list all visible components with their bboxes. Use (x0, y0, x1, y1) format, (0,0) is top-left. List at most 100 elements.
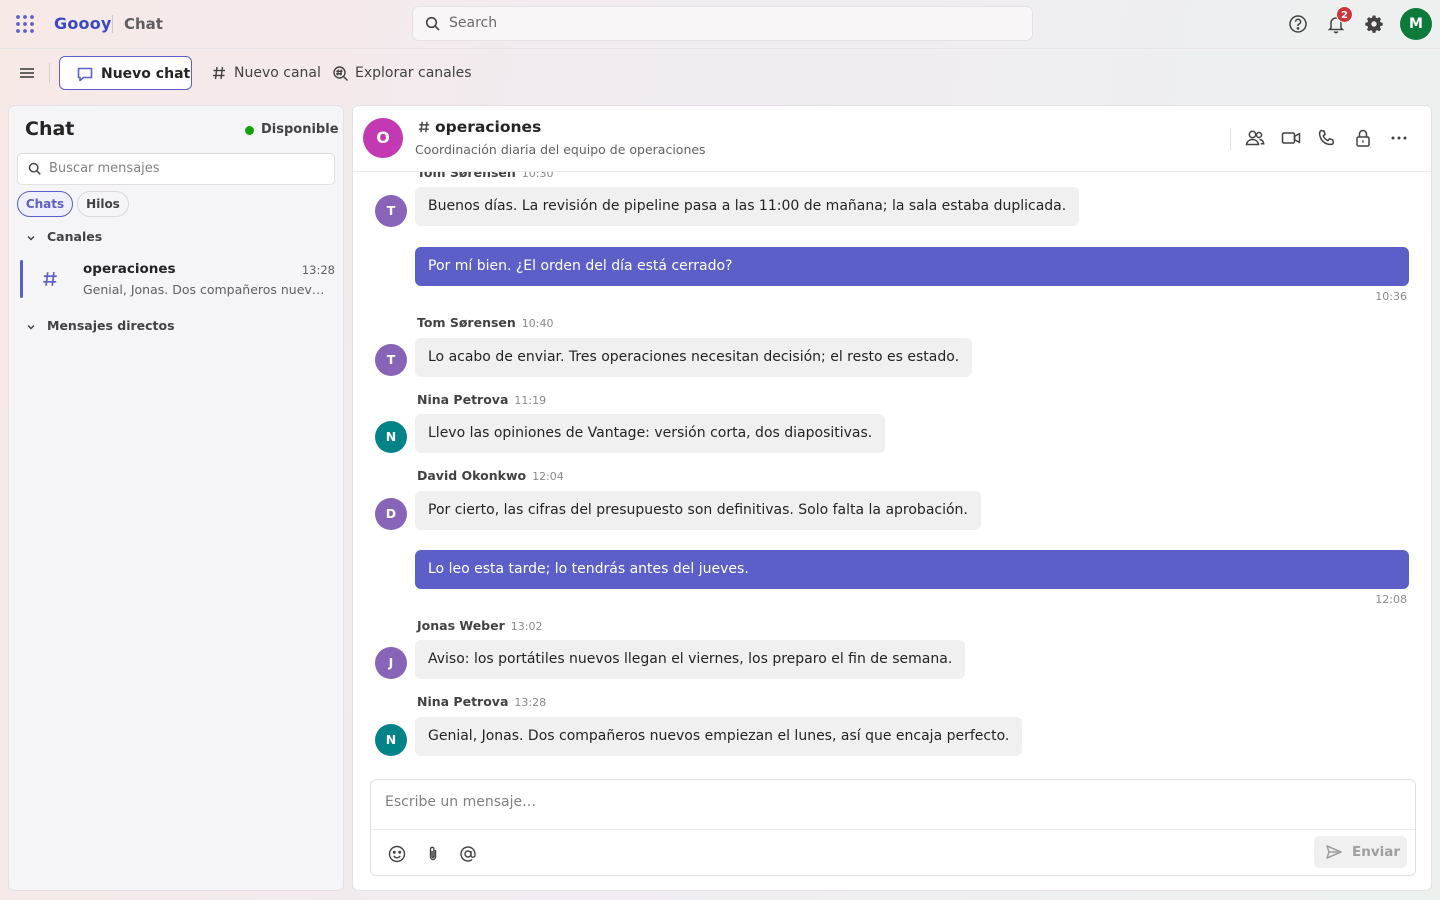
attach-icon[interactable] (423, 844, 443, 864)
channel-description: Coordinación diaria del equipo de operac… (415, 142, 706, 157)
own-message-item: Por mí bien. ¿El orden del día está cerr… (353, 247, 1431, 307)
new-channel-button[interactable]: Nuevo canal (211, 56, 321, 90)
section-direct-messages-label: Mensajes directos (47, 318, 175, 333)
sender-avatar[interactable]: T (375, 195, 407, 227)
brand-divider (112, 15, 113, 33)
phone-icon[interactable] (1316, 127, 1340, 151)
message-time: 10:40 (521, 317, 554, 330)
hash-icon (41, 270, 59, 288)
message-item: Jonas Weber 13:02 J Aviso: los portátiles… (353, 618, 1431, 688)
message-time: 10:30 (521, 172, 554, 180)
message-item: Tom Sørensen 10:30 T Buenos días. La revi… (353, 172, 1431, 227)
message-composer: Escribe un mensaje… Enviar (370, 779, 1416, 876)
message-sender: David Okonkwo (417, 468, 527, 483)
more-options-icon[interactable] (1388, 127, 1412, 151)
presence-label: Disponible (261, 122, 339, 137)
message-time: 12:04 (532, 470, 564, 483)
message-item: Nina Petrova 11:19 N Llevo las opiniones … (353, 392, 1431, 462)
message-sender: Jonas Weber (417, 618, 505, 633)
message-sender: Nina Petrova (417, 694, 509, 709)
message-item: David Okonkwo 12:04 D Por cierto, las cif… (353, 468, 1431, 538)
tab-threads[interactable]: Hilos (77, 191, 129, 217)
send-button[interactable]: Enviar (1314, 836, 1407, 868)
sender-avatar[interactable]: N (375, 421, 407, 453)
message-sender: Tom Sørensen (417, 172, 516, 180)
own-message-bubble: Lo leo esta tarde; lo tendrás antes del … (415, 550, 1409, 589)
global-search-input[interactable]: Search (412, 6, 1033, 41)
mention-icon[interactable] (458, 844, 478, 864)
composer-divider (371, 829, 1415, 830)
message-bubble: Lo acabo de enviar. Tres operaciones nec… (415, 338, 973, 377)
members-icon[interactable] (1244, 127, 1268, 151)
search-icon (28, 162, 42, 176)
message-time: 13:02 (510, 620, 543, 633)
message-list[interactable]: Tom Sørensen 10:30 T Buenos días. La revi… (353, 172, 1431, 772)
emoji-icon[interactable] (387, 844, 407, 864)
new-channel-label: Nuevo canal (234, 65, 321, 81)
chat-sidebar: Chat Disponible Buscar mensajes Chats Hi… (8, 105, 344, 891)
new-chat-button[interactable]: Nuevo chat (59, 56, 192, 90)
header-divider (1230, 128, 1231, 150)
message-bubble: Llevo las opiniones de Vantage: versión … (415, 414, 886, 453)
message-meta: Jonas Weber 13:02 (417, 618, 542, 633)
brand-name[interactable]: Goooy (54, 14, 112, 33)
message-search-input[interactable]: Buscar mensajes (17, 153, 335, 185)
sender-avatar[interactable]: N (375, 724, 407, 756)
video-call-icon[interactable] (1280, 127, 1304, 151)
chevron-down-icon (25, 321, 37, 333)
presence-dot (245, 126, 254, 135)
own-message-time: 12:08 (1375, 593, 1407, 606)
section-channels-label: Canales (47, 229, 103, 244)
send-icon (1325, 843, 1343, 861)
send-label: Enviar (1352, 844, 1401, 860)
explore-channels-label: Explorar canales (355, 65, 472, 81)
app-name: Chat (124, 15, 163, 33)
tab-chats[interactable]: Chats (17, 191, 73, 217)
own-message-time: 10:36 (1375, 290, 1407, 303)
selected-indicator (20, 260, 23, 298)
sender-avatar[interactable]: D (375, 498, 407, 530)
sender-avatar[interactable]: J (375, 647, 407, 679)
message-meta: Nina Petrova 13:28 (417, 694, 546, 709)
top-bar: Goooy Chat Search 2 M (0, 0, 1440, 48)
gear-icon[interactable] (1362, 12, 1386, 36)
user-avatar[interactable]: M (1400, 8, 1432, 40)
channel-title[interactable]: operaciones (435, 118, 541, 136)
channel-header: O operaciones Coordinación diaria del eq… (353, 106, 1431, 172)
new-chat-label: Nuevo chat (101, 66, 191, 82)
message-item: Nina Petrova 13:28 N Genial, Jonas. Dos c… (353, 694, 1431, 764)
sidebar-title: Chat (25, 118, 75, 140)
message-bubble: Aviso: los portátiles nuevos llegan el v… (415, 640, 966, 679)
message-bubble: Genial, Jonas. Dos compañeros nuevos emp… (415, 717, 1023, 756)
search-placeholder: Search (449, 15, 498, 31)
explore-icon (332, 65, 349, 82)
message-meta: Tom Sørensen 10:30 (417, 172, 553, 180)
own-message-item: Lo leo esta tarde; lo tendrás antes del … (353, 550, 1431, 610)
message-sender: Nina Petrova (417, 392, 509, 407)
message-bubble: Buenos días. La revisión de pipeline pas… (415, 187, 1080, 226)
help-icon[interactable] (1286, 12, 1310, 36)
explore-channels-button[interactable]: Explorar canales (332, 56, 472, 90)
message-search-placeholder: Buscar mensajes (49, 161, 160, 176)
channel-item-preview: Genial, Jonas. Dos compañeros nuevos emp… (83, 282, 326, 297)
hash-icon (417, 120, 431, 134)
message-bubble: Por cierto, las cifras del presupuesto s… (415, 491, 981, 530)
channel-item-operaciones[interactable]: operaciones 13:28 Genial, Jonas. Dos com… (20, 258, 335, 302)
app-launcher-icon[interactable] (14, 13, 36, 35)
lock-icon[interactable] (1352, 127, 1376, 151)
conversation-panel: O operaciones Coordinación diaria del eq… (352, 105, 1432, 891)
own-message-bubble: Por mí bien. ¿El orden del día está cerr… (415, 247, 1409, 286)
sender-avatar[interactable]: T (375, 344, 407, 376)
message-time: 11:19 (514, 394, 547, 407)
menu-icon[interactable] (16, 62, 38, 84)
channel-avatar: O (363, 118, 403, 158)
notification-count-badge: 2 (1336, 6, 1353, 23)
message-item: Tom Sørensen 10:40 T Lo acabo de enviar. … (353, 315, 1431, 385)
message-sender: Tom Sørensen (417, 315, 516, 330)
message-meta: David Okonkwo 12:04 (417, 468, 564, 483)
message-meta: Tom Sørensen 10:40 (417, 315, 553, 330)
message-input[interactable]: Escribe un mensaje… (385, 794, 1385, 816)
hash-icon (211, 65, 227, 81)
chevron-down-icon (25, 232, 37, 244)
channel-item-time: 13:28 (301, 263, 335, 277)
